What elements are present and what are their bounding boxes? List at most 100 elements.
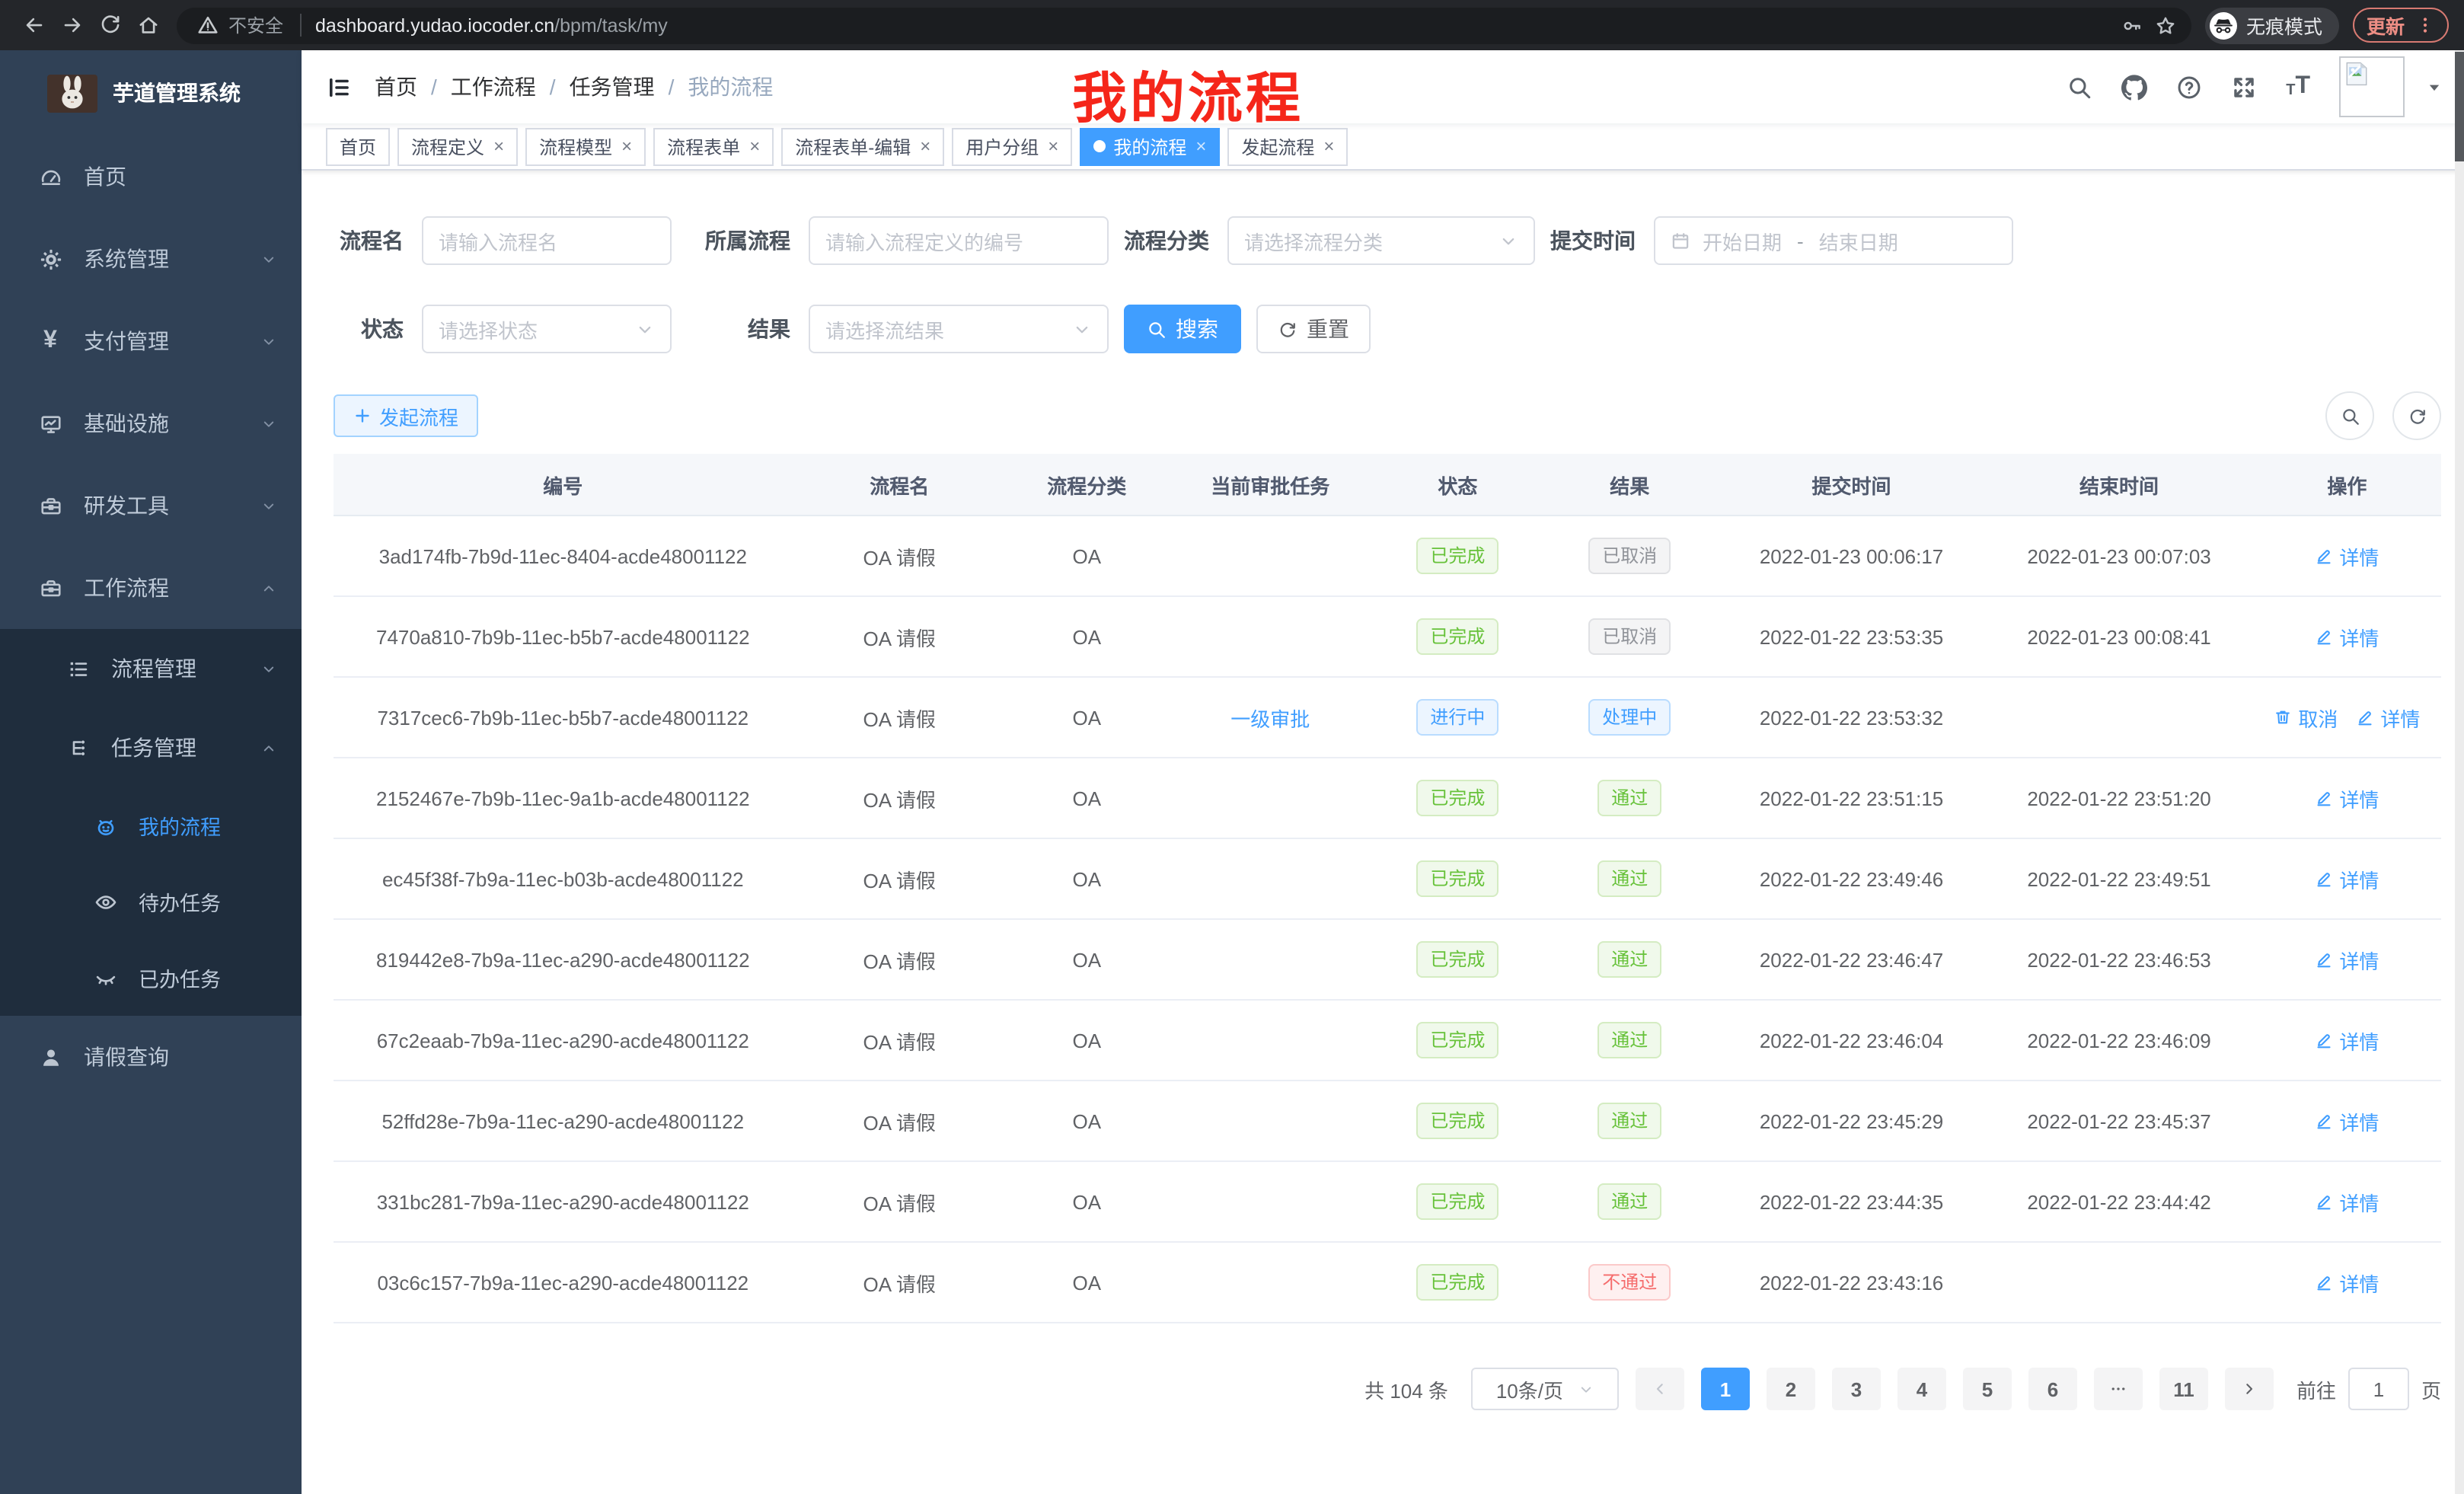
process-id: 819442e8-7b9a-11ec-a290-acde48001122	[334, 919, 793, 1000]
page-button[interactable]: 3	[1832, 1368, 1881, 1410]
process-id: 67c2eaab-7b9a-11ec-a290-acde48001122	[334, 1000, 793, 1081]
sidebar-item[interactable]: 待办任务	[0, 864, 302, 940]
menu-dots-icon[interactable]	[2415, 15, 2435, 35]
filter-select[interactable]: 请选择流结果	[809, 305, 1109, 353]
page-button[interactable]: 1	[1701, 1368, 1750, 1410]
filter-select[interactable]: 请选择流程分类	[1227, 216, 1535, 265]
security-label[interactable]: 不安全	[228, 12, 283, 38]
filter-row-2-groups: 状态请选择状态结果请选择流结果	[334, 305, 1109, 353]
detail-action[interactable]: 详情	[2315, 1187, 2379, 1216]
url-text[interactable]: dashboard.yudao.iocoder.cn/bpm/task/my	[315, 14, 668, 36]
filter-label: 流程名	[334, 225, 404, 256]
close-icon[interactable]: ×	[621, 137, 632, 155]
home-icon[interactable]	[129, 6, 168, 44]
page-button[interactable]: 6	[2028, 1368, 2077, 1410]
next-page-button[interactable]	[2225, 1368, 2274, 1410]
refresh-table-button[interactable]	[2392, 391, 2441, 440]
fullscreen-icon[interactable]	[2231, 74, 2257, 100]
close-icon[interactable]: ×	[1048, 137, 1058, 155]
breadcrumb-item[interactable]: 工作流程	[451, 72, 536, 102]
detail-action[interactable]: 详情	[2315, 1268, 2379, 1297]
filter-input[interactable]: 请输入流程名	[422, 216, 672, 265]
tab-item[interactable]: 流程模型×	[525, 127, 646, 165]
detail-action[interactable]: 详情	[2315, 945, 2379, 974]
page-button[interactable]: 2	[1767, 1368, 1815, 1410]
tab-item[interactable]: 首页	[326, 127, 390, 165]
update-button[interactable]: 更新	[2353, 8, 2449, 43]
sidebar-item[interactable]: 我的流程	[0, 787, 302, 864]
page-button[interactable]: 4	[1897, 1368, 1946, 1410]
close-icon[interactable]: ×	[493, 137, 504, 155]
sidebar-item[interactable]: 已办任务	[0, 940, 302, 1016]
goto-page-input[interactable]	[2348, 1368, 2409, 1410]
breadcrumb-item[interactable]: 任务管理	[570, 72, 655, 102]
key-icon[interactable]	[2115, 8, 2149, 42]
logo[interactable]: 芋道管理系统	[0, 50, 302, 126]
tab-item[interactable]: 流程表单-编辑 ×	[781, 127, 944, 165]
filter-row-1: 流程名请输入流程名所属流程请输入流程定义的编号流程分类请选择流程分类提交时间开始…	[334, 216, 2441, 265]
sidebar-item[interactable]: 流程管理	[0, 629, 302, 708]
detail-action[interactable]: 详情	[2315, 784, 2379, 812]
more-pages-button[interactable]	[2094, 1368, 2143, 1410]
end-time: 2022-01-22 23:49:51	[1985, 838, 2253, 919]
close-icon[interactable]: ×	[920, 137, 930, 155]
page-scrollbar[interactable]	[2455, 50, 2464, 1494]
sidebar-submenu: 流程管理任务管理我的流程待办任务已办任务	[0, 629, 302, 1016]
close-icon[interactable]: ×	[1195, 137, 1206, 155]
sidebar-item[interactable]: 研发工具	[0, 464, 302, 547]
back-icon[interactable]	[15, 6, 53, 44]
forward-icon[interactable]	[53, 6, 91, 44]
sidebar-item[interactable]: 工作流程	[0, 547, 302, 629]
search-button[interactable]: 搜索	[1124, 305, 1241, 353]
close-icon[interactable]: ×	[1323, 137, 1334, 155]
date-range-input[interactable]: 开始日期-结束日期	[1654, 216, 2013, 265]
fold-menu-icon[interactable]	[326, 74, 352, 100]
avatar[interactable]	[2339, 56, 2405, 117]
detail-action[interactable]: 详情	[2315, 622, 2379, 651]
result-badge: 已取消	[1588, 618, 1671, 655]
detail-action[interactable]: 详情	[2356, 703, 2420, 732]
status-badge: 已完成	[1416, 1022, 1499, 1058]
sidebar-item[interactable]: 系统管理	[0, 218, 302, 300]
sidebar-item[interactable]: 首页	[0, 136, 302, 218]
address-bar[interactable]: 不安全 dashboard.yudao.iocoder.cn/bpm/task/…	[177, 7, 2191, 43]
page-button[interactable]: 5	[1963, 1368, 2012, 1410]
create-process-button[interactable]: 发起流程	[334, 394, 478, 437]
breadcrumb-item[interactable]: 首页	[375, 72, 417, 102]
breadcrumb-separator: /	[431, 75, 437, 99]
sidebar-item[interactable]: 基础设施	[0, 382, 302, 464]
sidebar-item[interactable]: 请假查询	[0, 1016, 302, 1098]
tab-item[interactable]: 用户分组×	[952, 127, 1072, 165]
filter-row-1-groups: 流程名请输入流程名所属流程请输入流程定义的编号流程分类请选择流程分类提交时间开始…	[334, 216, 2013, 265]
search-icon[interactable]	[2067, 74, 2092, 100]
chevron-down-icon[interactable]	[2426, 78, 2443, 95]
star-icon[interactable]	[2149, 8, 2182, 42]
filter-input[interactable]: 请输入流程定义的编号	[809, 216, 1109, 265]
detail-action[interactable]: 详情	[2315, 864, 2379, 893]
page-size-select[interactable]: 10条/页	[1471, 1368, 1619, 1410]
reload-icon[interactable]	[91, 6, 129, 44]
detail-action[interactable]: 详情	[2315, 1106, 2379, 1135]
show-search-button[interactable]	[2325, 391, 2374, 440]
github-icon[interactable]	[2121, 74, 2147, 100]
placeholder: 请输入流程定义的编号	[825, 226, 1023, 255]
reset-button[interactable]: 重置	[1256, 305, 1371, 353]
tab-item[interactable]: 流程表单×	[653, 127, 774, 165]
tab-label: 流程表单-编辑	[795, 133, 911, 159]
task-link[interactable]: 一级审批	[1230, 707, 1310, 730]
prev-page-button[interactable]	[1636, 1368, 1684, 1410]
detail-action[interactable]: 详情	[2315, 1026, 2379, 1055]
page-button[interactable]: 11	[2159, 1368, 2208, 1410]
detail-action[interactable]: 详情	[2315, 541, 2379, 570]
help-icon[interactable]	[2176, 74, 2202, 100]
tab-item[interactable]: 流程定义×	[397, 127, 518, 165]
sidebar-item[interactable]: ¥支付管理	[0, 300, 302, 382]
action-label: 详情	[2339, 541, 2379, 570]
filter-select[interactable]: 请选择状态	[422, 305, 672, 353]
cancel-action[interactable]: 取消	[2274, 703, 2338, 732]
sidebar-item[interactable]: 任务管理	[0, 708, 302, 787]
close-icon[interactable]: ×	[749, 137, 760, 155]
current-task	[1167, 1000, 1374, 1081]
font-size-icon[interactable]: TT	[2286, 75, 2310, 99]
scrollbar-thumb[interactable]	[2455, 52, 2464, 161]
